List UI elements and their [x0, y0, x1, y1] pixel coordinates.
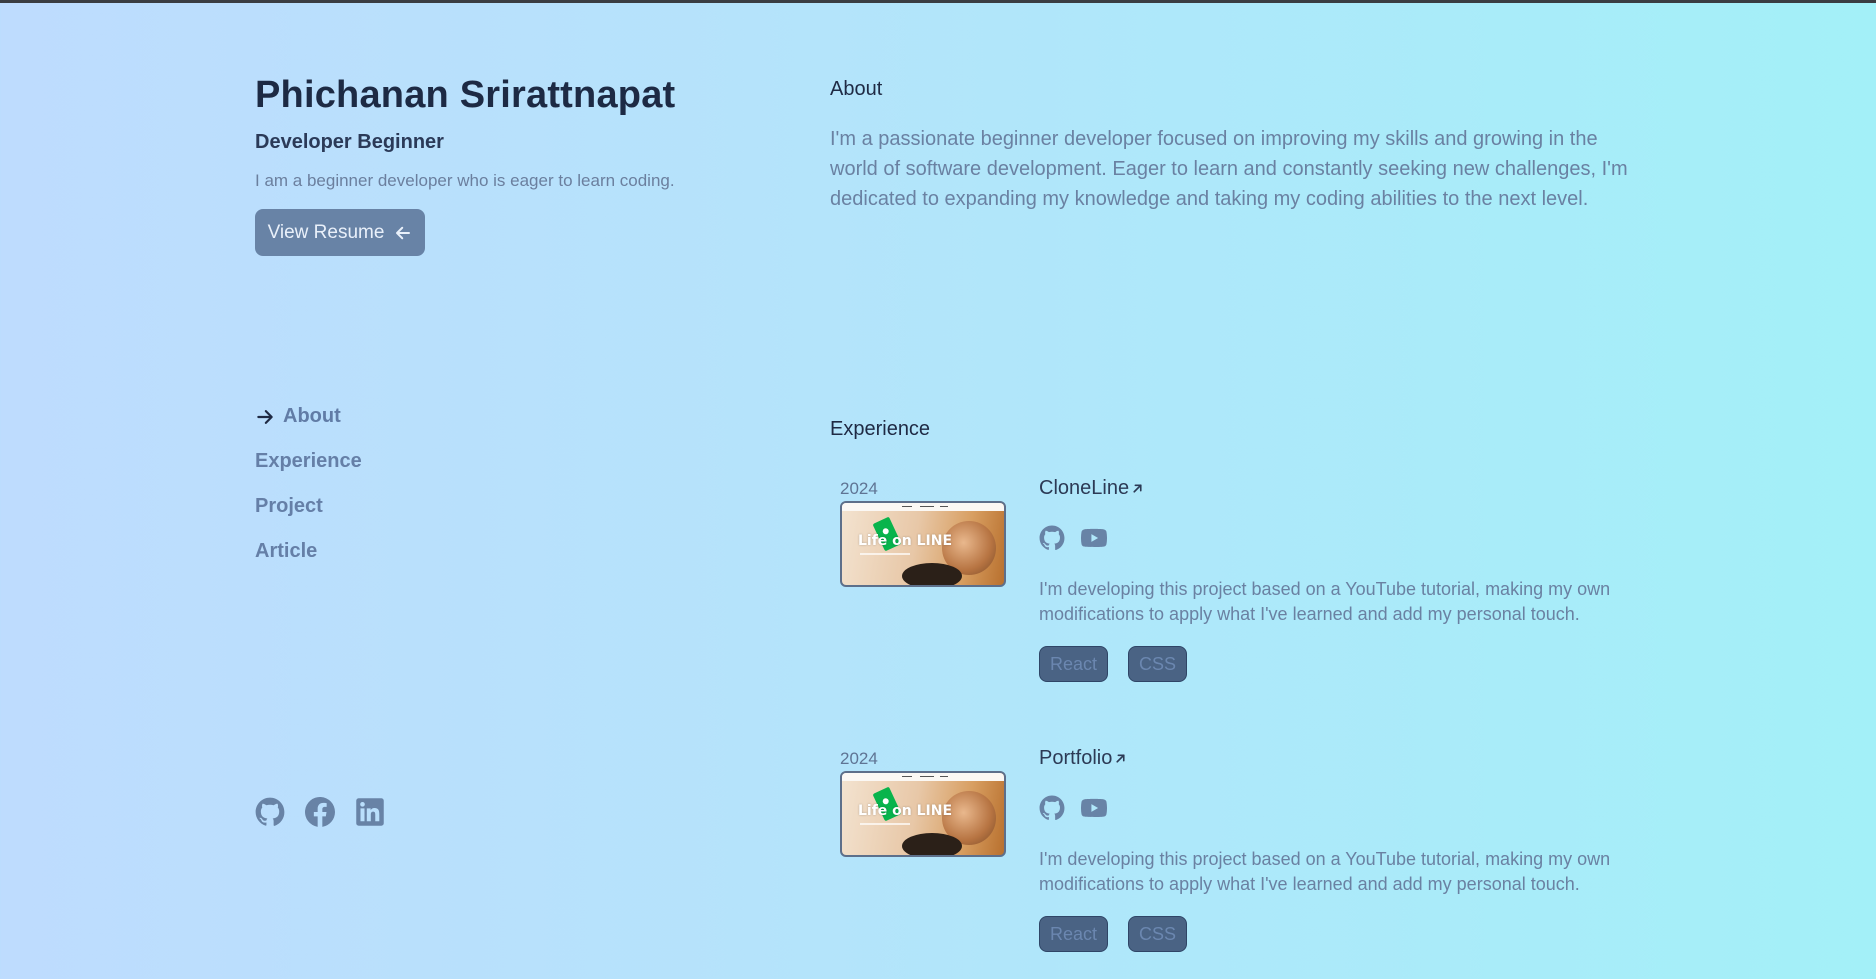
nav-item-experience[interactable]: Experience: [255, 439, 362, 484]
project-thumbnail[interactable]: Life on LINE: [840, 501, 1006, 587]
youtube-icon[interactable]: [1081, 795, 1107, 821]
tech-tag: React: [1039, 646, 1109, 682]
project-thumbnail[interactable]: Life on LINE: [840, 771, 1006, 857]
profile-tagline: I am a beginner developer who is eager t…: [255, 171, 675, 190]
nav-item-article[interactable]: Article: [255, 529, 362, 574]
github-icon[interactable]: [1039, 525, 1065, 551]
project-title-link[interactable]: CloneLine: [1039, 477, 1144, 500]
experience-heading: Experience: [830, 418, 931, 440]
view-resume-label: View Resume: [267, 221, 385, 243]
about-text: I'm a passionate beginner developer focu…: [830, 128, 1628, 210]
nav-item-about[interactable]: About: [255, 394, 362, 439]
nav-item-project[interactable]: Project: [255, 484, 362, 529]
external-link-icon: [1133, 484, 1142, 493]
facebook-icon[interactable]: [305, 796, 335, 827]
social-links: [255, 796, 385, 827]
experience-card: 2024 Life on LINE Portfolio I'm developi…: [830, 747, 1630, 979]
experience-year: 2024: [840, 749, 878, 768]
project-description: I'm developing this project based on a Y…: [1039, 579, 1611, 624]
view-resume-button[interactable]: View Resume: [255, 209, 425, 256]
nav-item-label: Project: [255, 495, 323, 517]
github-icon[interactable]: [1039, 795, 1065, 821]
nav-item-label: About: [283, 405, 341, 427]
project-title: CloneLine: [1039, 477, 1130, 499]
experience-card: 2024 Life on LINE CloneLine I'm developi…: [830, 477, 1630, 709]
project-title: Portfolio: [1039, 747, 1113, 769]
tech-tags: React CSS: [1039, 916, 1188, 952]
github-icon[interactable]: [255, 797, 285, 827]
project-links: [1039, 795, 1107, 821]
linkedin-icon[interactable]: [355, 797, 385, 827]
project-description: I'm developing this project based on a Y…: [1039, 849, 1611, 894]
tech-tag: React: [1039, 916, 1109, 952]
external-link-icon: [1116, 754, 1125, 763]
profile-name: Phichanan Srirattnapat: [255, 74, 676, 116]
youtube-icon[interactable]: [1081, 525, 1107, 551]
tech-tags: React CSS: [1039, 646, 1188, 682]
thumbnail-title: Life on LINE: [858, 533, 953, 549]
experience-year: 2024: [840, 479, 878, 498]
profile-role: Developer Beginner: [255, 131, 444, 153]
nav-item-label: Article: [255, 540, 318, 562]
window-top-border: [0, 0, 1876, 3]
nav-item-label: Experience: [255, 450, 362, 472]
about-heading: About: [830, 78, 883, 100]
arrow-left-icon: [396, 226, 411, 239]
project-links: [1039, 525, 1107, 551]
project-title-link[interactable]: Portfolio: [1039, 747, 1127, 770]
tech-tag: CSS: [1128, 916, 1188, 952]
tech-tag: CSS: [1128, 646, 1188, 682]
section-nav: About Experience Project Article: [255, 394, 362, 574]
thumbnail-title: Life on LINE: [858, 803, 953, 819]
arrow-right-icon: [257, 409, 273, 424]
